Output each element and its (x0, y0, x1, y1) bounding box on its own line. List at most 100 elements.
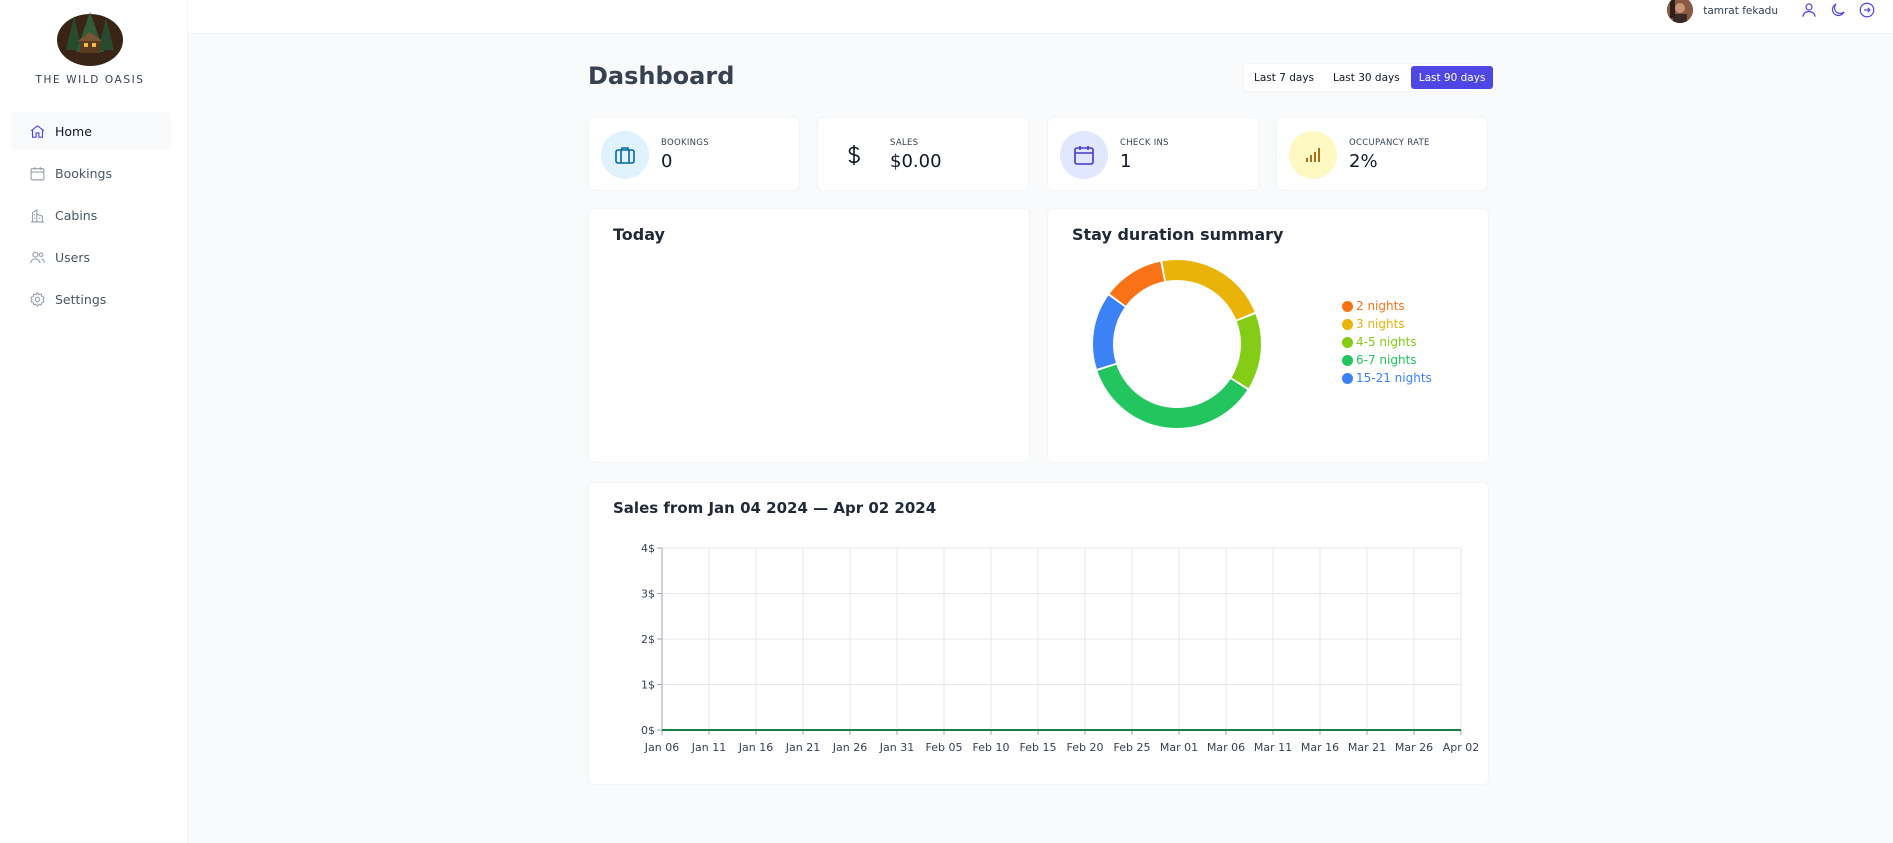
donut-slice[interactable] (1093, 295, 1125, 369)
x-tick-label: Feb 15 (1020, 741, 1057, 754)
sales-panel: Sales from Jan 04 2024 — Apr 02 2024 0$ 1… (588, 482, 1489, 785)
sidebar-item-label: Home (55, 123, 92, 139)
sidebar-item-label: Users (55, 249, 91, 265)
y-tick-label: 2$ (641, 633, 655, 646)
x-tick-label: Mar 01 (1160, 741, 1198, 754)
x-tick-label: Mar 21 (1348, 741, 1386, 754)
dark-mode-toggle[interactable] (1829, 1, 1847, 19)
x-tick-label: Mar 06 (1207, 741, 1245, 754)
legend-dot (1342, 300, 1353, 312)
stat-icon-bg (830, 131, 878, 179)
settings-icon (30, 291, 45, 307)
home-icon (30, 124, 45, 138)
logout-icon (1859, 2, 1875, 18)
legend-label: 4-5 nights (1356, 335, 1417, 349)
sidebar-item-label: Bookings (55, 165, 112, 181)
avatar (1667, 0, 1694, 23)
donut-slice[interactable] (1162, 260, 1255, 320)
stat-value: 2% (1349, 151, 1378, 172)
stat-check-ins: CHECK INS 1 (1047, 117, 1259, 191)
today-title: Today (613, 225, 665, 244)
stat-value: $0.00 (890, 151, 942, 172)
filter-90-days[interactable]: Last 90 days (1410, 66, 1494, 89)
user-info[interactable]: tamrat fekadu (1667, 0, 1778, 23)
stat-icon-bg (1060, 131, 1108, 179)
stat-label: OCCUPANCY RATE (1349, 138, 1430, 148)
filter-7-days[interactable]: Last 7 days (1246, 66, 1322, 89)
date-filter: Last 7 days Last 30 days Last 90 days (1243, 63, 1494, 92)
y-tick-label: 3$ (641, 588, 655, 601)
x-tick-label: Feb 25 (1114, 741, 1151, 754)
legend-item: 2 nights (1342, 297, 1432, 315)
stat-value: 1 (1120, 151, 1132, 172)
sidebar-item-users[interactable]: Users (11, 238, 171, 276)
x-tick-label: Jan 26 (832, 741, 867, 754)
x-tick-label: Jan 31 (879, 741, 914, 754)
user-icon (1802, 3, 1816, 17)
donut-slice[interactable] (1097, 364, 1248, 428)
x-tick-label: Feb 10 (973, 741, 1010, 754)
x-axis-labels: Jan 06 Jan 11 Jan 16 Jan 21 Jan 26 Jan 31 Feb … (644, 741, 1480, 754)
cabins-icon (31, 208, 44, 222)
sidebar-item-bookings[interactable]: Bookings (11, 154, 171, 192)
legend-item: 15-21 nights (1342, 369, 1432, 387)
logout-button[interactable] (1858, 1, 1876, 19)
legend-label: 2 nights (1356, 299, 1405, 313)
x-tick-label: Mar 11 (1254, 741, 1292, 754)
stat-occupancy-rate: OCCUPANCY RATE 2% (1276, 117, 1488, 191)
legend-item: 4-5 nights (1342, 333, 1432, 351)
stat-sales: SALES $0.00 (817, 117, 1029, 191)
moon-icon (1831, 3, 1845, 17)
stat-value: 0 (661, 151, 673, 172)
sidebar-nav: Home Bookings Cabins Users Settings (11, 112, 171, 322)
account-button[interactable] (1800, 1, 1818, 19)
donut-slice[interactable] (1109, 261, 1165, 306)
stat-label: BOOKINGS (661, 138, 709, 148)
duration-panel: Stay duration summary 2 nights 3 nights 4-… (1047, 208, 1489, 463)
donut-slice[interactable] (1231, 314, 1261, 389)
stat-icon-bg (601, 131, 649, 179)
duration-title: Stay duration summary (1072, 225, 1284, 244)
sidebar: THE WILD OASIS Home Bookings Cabins User… (0, 0, 188, 843)
legend-label: 6-7 nights (1356, 353, 1417, 367)
y-tick-label: 1$ (641, 679, 655, 692)
x-tick-label: Mar 26 (1395, 741, 1433, 754)
stat-icon-bg (1289, 131, 1337, 179)
duration-donut-chart (1093, 260, 1261, 428)
sales-line-chart: 0$ 1$ 2$ 3$ 4$ (641, 542, 1462, 735)
logo-icon (57, 12, 123, 66)
stat-label: CHECK INS (1120, 138, 1169, 148)
logo[interactable]: THE WILD OASIS (0, 10, 180, 86)
stat-label: SALES (890, 138, 919, 148)
calendar-icon (1074, 146, 1094, 165)
legend-item: 6-7 nights (1342, 351, 1432, 369)
x-tick-label: Apr 02 (1443, 741, 1480, 754)
legend-label: 3 nights (1356, 317, 1405, 331)
y-tick-label: 4$ (641, 542, 655, 555)
x-tick-label: Feb 20 (1067, 741, 1104, 754)
brand-name: THE WILD OASIS (35, 74, 145, 86)
x-tick-label: Jan 06 (644, 741, 679, 754)
x-tick-label: Jan 11 (691, 741, 726, 754)
sidebar-item-label: Cabins (55, 207, 98, 223)
dollar-icon (848, 145, 860, 165)
x-tick-label: Jan 16 (738, 741, 773, 754)
user-name: tamrat fekadu (1703, 5, 1778, 17)
chart-bar-icon (1306, 148, 1320, 162)
briefcase-icon (615, 147, 635, 164)
x-tick-label: Mar 16 (1301, 741, 1339, 754)
top-header: tamrat fekadu (188, 0, 1893, 34)
x-tick-label: Jan 21 (785, 741, 820, 754)
page-title: Dashboard (588, 62, 735, 90)
calendar-icon (30, 166, 45, 180)
legend-dot (1342, 372, 1353, 384)
legend-dot (1342, 318, 1353, 330)
filter-30-days[interactable]: Last 30 days (1325, 66, 1408, 89)
sidebar-item-cabins[interactable]: Cabins (11, 196, 171, 234)
duration-legend: 2 nights 3 nights 4-5 nights 6-7 nights 15-2… (1342, 297, 1432, 387)
today-panel: Today (588, 208, 1030, 463)
sidebar-item-settings[interactable]: Settings (11, 280, 171, 318)
sidebar-item-label: Settings (55, 291, 107, 307)
legend-item: 3 nights (1342, 315, 1432, 333)
sidebar-item-home[interactable]: Home (11, 112, 171, 150)
